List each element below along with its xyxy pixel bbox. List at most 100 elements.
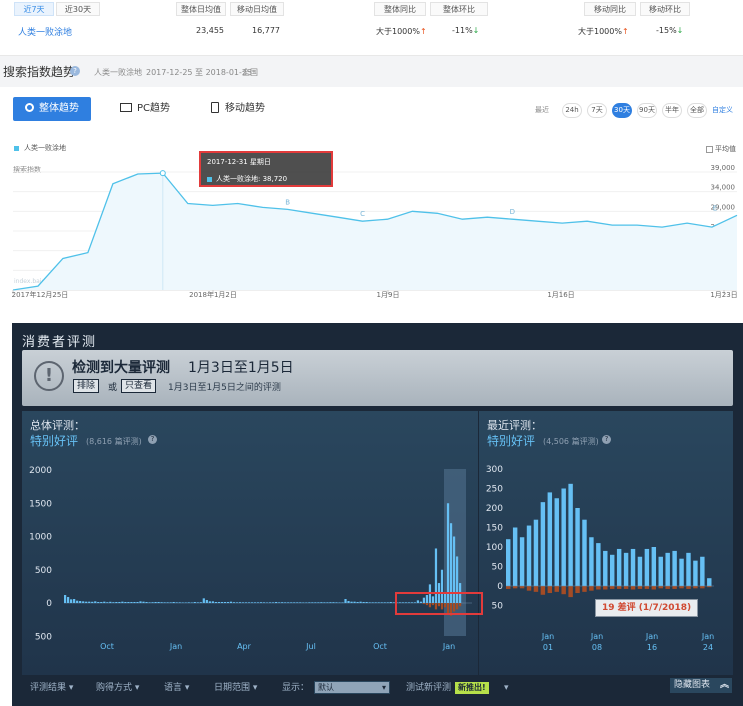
positive-bar xyxy=(320,602,323,603)
positive-bar xyxy=(449,523,453,603)
positive-bar xyxy=(575,508,580,586)
positive-bar xyxy=(434,548,438,603)
col-mobile-yoy: 移动同比 xyxy=(584,2,636,16)
positive-bar xyxy=(389,602,392,603)
positive-bar xyxy=(359,601,362,603)
positive-bar xyxy=(665,552,670,586)
x-tick-label: Jan xyxy=(645,632,658,641)
negative-bar xyxy=(540,586,546,595)
tab-overall-label: 整体趋势 xyxy=(39,103,79,114)
dropdown-arrow-icon: ▾ xyxy=(381,683,386,692)
hide-chart-button[interactable]: 隐藏图表 ︽ xyxy=(670,678,732,693)
range-7d[interactable]: 7天 xyxy=(587,103,607,118)
positive-bar xyxy=(163,602,166,603)
positive-bar xyxy=(554,498,559,586)
x-tick-label: 24 xyxy=(703,643,713,652)
positive-bar xyxy=(383,602,386,603)
negative-bar xyxy=(630,586,636,590)
negative-bar xyxy=(637,586,643,589)
positive-bar xyxy=(287,602,290,603)
dropdown-arrow-icon: ▾ xyxy=(134,683,140,693)
positive-bar xyxy=(526,525,532,586)
negative-bar xyxy=(443,603,447,608)
positive-bar xyxy=(362,602,365,603)
help-icon[interactable]: ? xyxy=(70,66,80,76)
positive-bar xyxy=(374,602,377,603)
filter-purchase-type[interactable]: 购得方式 ▾ xyxy=(96,678,139,698)
positive-bar xyxy=(380,602,383,603)
dropdown-arrow-icon[interactable]: ▾ xyxy=(504,678,509,698)
positive-bar xyxy=(169,602,172,603)
tab-overall-trend[interactable]: 整体趋势 xyxy=(13,97,91,121)
positive-bar xyxy=(377,602,380,603)
positive-bar xyxy=(506,539,511,586)
positive-bar xyxy=(112,602,115,603)
test-new-review-label: 测试新评测 xyxy=(406,683,452,693)
positive-bar xyxy=(229,601,233,603)
recent-label: 最近 xyxy=(535,106,549,114)
positive-bar xyxy=(404,602,407,603)
positive-bar xyxy=(341,602,344,603)
range-30d[interactable]: 30天 xyxy=(612,103,632,118)
x-tick-label: 16 xyxy=(647,643,657,652)
display-label: 显示： xyxy=(282,683,310,693)
range-half-year[interactable]: 半年 xyxy=(662,103,682,118)
arrow-up-icon: ↑ xyxy=(621,27,629,36)
filter-label: 购得方式 xyxy=(96,683,133,693)
positive-bar xyxy=(232,602,236,603)
positive-bar xyxy=(166,602,169,603)
tab-7-days[interactable]: 近7天 xyxy=(14,2,54,16)
positive-bar xyxy=(121,601,124,603)
collapse-icon: ︽ xyxy=(719,680,729,690)
range-24h[interactable]: 24h xyxy=(562,103,582,118)
positive-bar xyxy=(443,593,447,603)
overall-yoy-value: 大于1000% xyxy=(376,27,420,36)
filter-review-type[interactable]: 评测结果 ▾ xyxy=(30,678,73,698)
positive-bar xyxy=(196,602,199,603)
negative-bar xyxy=(644,586,650,589)
positive-bar xyxy=(139,601,142,603)
positive-bar xyxy=(199,602,202,603)
tab-30-days[interactable]: 近30天 xyxy=(56,2,100,16)
range-90d[interactable]: 90天 xyxy=(637,103,657,118)
negative-bar xyxy=(672,586,677,589)
custom-range-link[interactable]: 自定义 xyxy=(712,105,733,115)
positive-bar xyxy=(547,492,553,586)
keyword-link[interactable]: 人类一败涂地 xyxy=(18,25,72,38)
x-tick-label: Oct xyxy=(100,642,114,651)
focus-point xyxy=(159,170,166,177)
positive-bar xyxy=(371,602,374,603)
filter-language[interactable]: 语言 ▾ xyxy=(164,678,189,698)
negative-bar xyxy=(589,586,594,591)
positive-bar xyxy=(130,602,133,603)
tab-mobile-trend[interactable]: 移动趋势 xyxy=(211,97,281,121)
display-select[interactable]: 默认 ▾ xyxy=(314,681,390,694)
y-tick-label: 50 xyxy=(492,602,504,612)
y-tick-label: 0 xyxy=(46,599,52,609)
positive-bar xyxy=(133,602,136,603)
arrow-up-icon: ↑ xyxy=(419,27,427,36)
positive-bar xyxy=(344,599,347,603)
range-all[interactable]: 全部 xyxy=(687,103,707,118)
positive-bar xyxy=(94,601,97,603)
tab-pc-trend[interactable]: PC趋势 xyxy=(120,97,190,121)
tab-mobile-label: 移动趋势 xyxy=(225,103,265,114)
positive-bar xyxy=(109,601,112,603)
positive-bar xyxy=(422,597,426,603)
negative-bar xyxy=(458,603,462,607)
positive-bar xyxy=(293,602,296,603)
negative-bar xyxy=(603,586,608,590)
filter-label: 评测结果 xyxy=(30,683,67,693)
filter-date-range[interactable]: 日期范围 ▾ xyxy=(214,678,257,698)
new-badge[interactable]: 新推出! xyxy=(455,682,489,694)
positive-bar xyxy=(88,601,91,603)
negative-bar xyxy=(651,586,657,590)
positive-bar xyxy=(151,602,154,603)
x-tick-label: Jan xyxy=(701,632,714,641)
positive-bar xyxy=(235,602,239,603)
y-tick-label: 500 xyxy=(35,566,52,576)
positive-bar xyxy=(275,602,278,603)
positive-bar xyxy=(193,602,196,603)
positive-bar xyxy=(686,552,691,586)
x-tick-label: 01 xyxy=(543,643,553,652)
